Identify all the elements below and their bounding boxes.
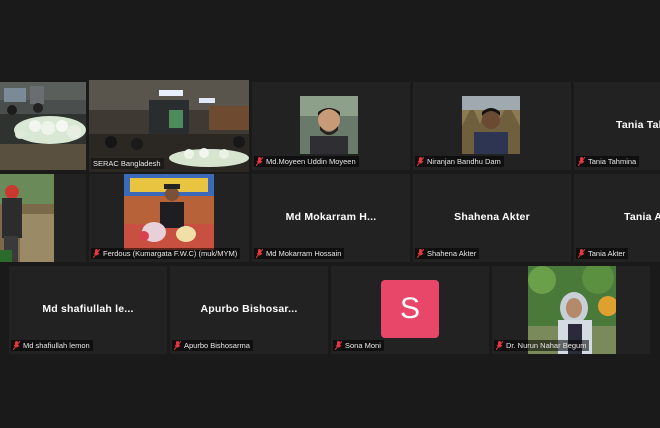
- participant-photo: [124, 174, 214, 250]
- participant-tile[interactable]: Shahena Akter Shahena Akter: [413, 174, 571, 262]
- participant-display-name: Shahena Akter: [454, 210, 530, 223]
- mic-muted-icon: [335, 341, 342, 350]
- participant-tile[interactable]: Tania Tah Tania Tahmina: [574, 82, 660, 170]
- participant-display-name: Md Mokarram H...: [285, 210, 377, 223]
- participant-name-label: Tania Akter: [576, 248, 629, 259]
- participant-name-label: Niranjan Bandhu Dam: [415, 156, 504, 167]
- participant-tile[interactable]: Dr. Nurun Nahar Begum: [492, 266, 650, 354]
- participant-name-label: Apurbo Bishosarma: [172, 340, 253, 351]
- participant-name-label: Sona Moni: [333, 340, 384, 351]
- video-feed: [0, 174, 54, 262]
- participant-tile[interactable]: Md.Moyeen Uddin Moyeen: [252, 82, 410, 170]
- mic-muted-icon: [417, 249, 424, 258]
- video-feed: [0, 82, 86, 170]
- mic-muted-icon: [256, 249, 263, 258]
- mic-muted-icon: [417, 157, 424, 166]
- participant-tile[interactable]: Md shafiullah le... Md shafiullah lemon: [9, 266, 167, 354]
- participant-photo: [300, 96, 358, 154]
- participant-name-label: Shahena Akter: [415, 248, 480, 259]
- participant-name-label: Md shafiullah lemon: [11, 340, 93, 351]
- participant-tile[interactable]: [0, 82, 86, 170]
- participant-name-label: Md Mokarram Hossain: [254, 248, 345, 259]
- avatar: S: [381, 280, 439, 338]
- mic-muted-icon: [174, 341, 181, 350]
- participant-name-label: SERAC Bangladesh: [91, 158, 164, 169]
- participant-display-name: Tania A: [624, 210, 660, 223]
- participant-display-name: Apurbo Bishosar...: [200, 302, 298, 315]
- mic-muted-icon: [578, 249, 585, 258]
- participant-display-name: Md shafiullah le...: [42, 302, 134, 315]
- participant-tile[interactable]: S Sona Moni: [331, 266, 489, 354]
- participant-name-label: Tania Tahmina: [576, 156, 640, 167]
- participant-name-label: Ferdous (Kumargata F.W.C) (muk/MYM): [91, 248, 241, 259]
- mic-muted-icon: [13, 341, 20, 350]
- participant-tile-active-speaker[interactable]: SERAC Bangladesh: [89, 80, 249, 172]
- participant-tile[interactable]: [0, 174, 86, 262]
- mic-muted-icon: [578, 157, 585, 166]
- participant-tile[interactable]: Niranjan Bandhu Dam: [413, 82, 571, 170]
- mic-muted-icon: [256, 157, 263, 166]
- participant-name-label: Dr. Nurun Nahar Begum: [494, 340, 590, 351]
- participant-tile[interactable]: Tania A Tania Akter: [574, 174, 660, 262]
- mic-muted-icon: [496, 341, 503, 350]
- participant-name-label: Md.Moyeen Uddin Moyeen: [254, 156, 359, 167]
- participant-display-name: Tania Tah: [616, 118, 660, 131]
- participant-tile[interactable]: Apurbo Bishosar... Apurbo Bishosarma: [170, 266, 328, 354]
- participant-tile[interactable]: Md Mokarram H... Md Mokarram Hossain: [252, 174, 410, 262]
- mic-muted-icon: [93, 249, 100, 258]
- participant-photo: [462, 96, 520, 154]
- participant-tile[interactable]: Ferdous (Kumargata F.W.C) (muk/MYM): [89, 174, 249, 262]
